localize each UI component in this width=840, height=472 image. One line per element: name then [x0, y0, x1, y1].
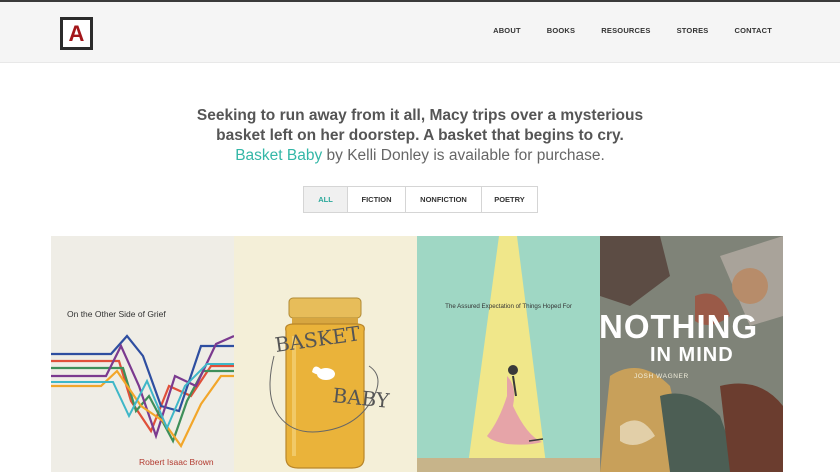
book-author: Robert Isaac Brown	[139, 457, 214, 467]
book-author: JOSH WAGNER	[634, 373, 689, 380]
book-cover-assured-expectation[interactable]: The Assured Expectation of Things Hoped …	[417, 236, 600, 472]
nav-resources[interactable]: RESOURCES	[601, 26, 650, 35]
book-cover-nothing-in-mind[interactable]: NOTHING IN MIND JOSH WAGNER	[600, 236, 783, 472]
filter-fiction[interactable]: FICTION	[347, 187, 405, 212]
nav-about[interactable]: ABOUT	[493, 26, 521, 35]
nav-contact[interactable]: CONTACT	[734, 26, 772, 35]
book-cover-basket-baby[interactable]: BASKET BABY	[234, 236, 417, 472]
intro-line-2: basket left on her doorstep. A basket th…	[216, 127, 624, 144]
filter-nonfiction[interactable]: NONFICTION	[405, 187, 481, 212]
jar-illustration: BASKET BABY	[269, 297, 391, 469]
intro-line-3: Basket Baby by Kelli Donley is available…	[0, 146, 840, 166]
book-title: The Assured Expectation of Things Hoped …	[445, 303, 572, 310]
grief-line-art	[51, 334, 234, 449]
logo-letter: A	[68, 21, 85, 46]
site-logo[interactable]: A	[60, 17, 93, 50]
filter-poetry[interactable]: POETRY	[481, 187, 537, 212]
intro-line-1: Seeking to run away from it all, Macy tr…	[196, 107, 644, 124]
book-cover-other-side-of-grief[interactable]: On the Other Side of Grief Robert Isaac …	[51, 236, 234, 472]
book-title-line-2: IN MIND	[650, 344, 734, 366]
spotlight-illustration	[417, 236, 600, 472]
site-header: A ABOUT BOOKS RESOURCES STORES CONTACT	[0, 2, 840, 63]
nav-books[interactable]: BOOKS	[547, 26, 576, 35]
intro-blurb: Seeking to run away from it all, Macy tr…	[0, 106, 840, 166]
book-grid: On the Other Side of Grief Robert Isaac …	[51, 236, 784, 472]
nav-stores[interactable]: STORES	[677, 26, 709, 35]
main-nav: ABOUT BOOKS RESOURCES STORES CONTACT	[467, 26, 772, 35]
intro-line-3-rest: by Kelli Donley is available for purchas…	[322, 147, 605, 164]
basket-baby-link[interactable]: Basket Baby	[235, 147, 322, 164]
filter-all[interactable]: ALL	[304, 187, 347, 212]
book-title-line-1: NOTHING	[600, 308, 759, 345]
category-filter: ALL FICTION NONFICTION POETRY	[303, 186, 538, 213]
